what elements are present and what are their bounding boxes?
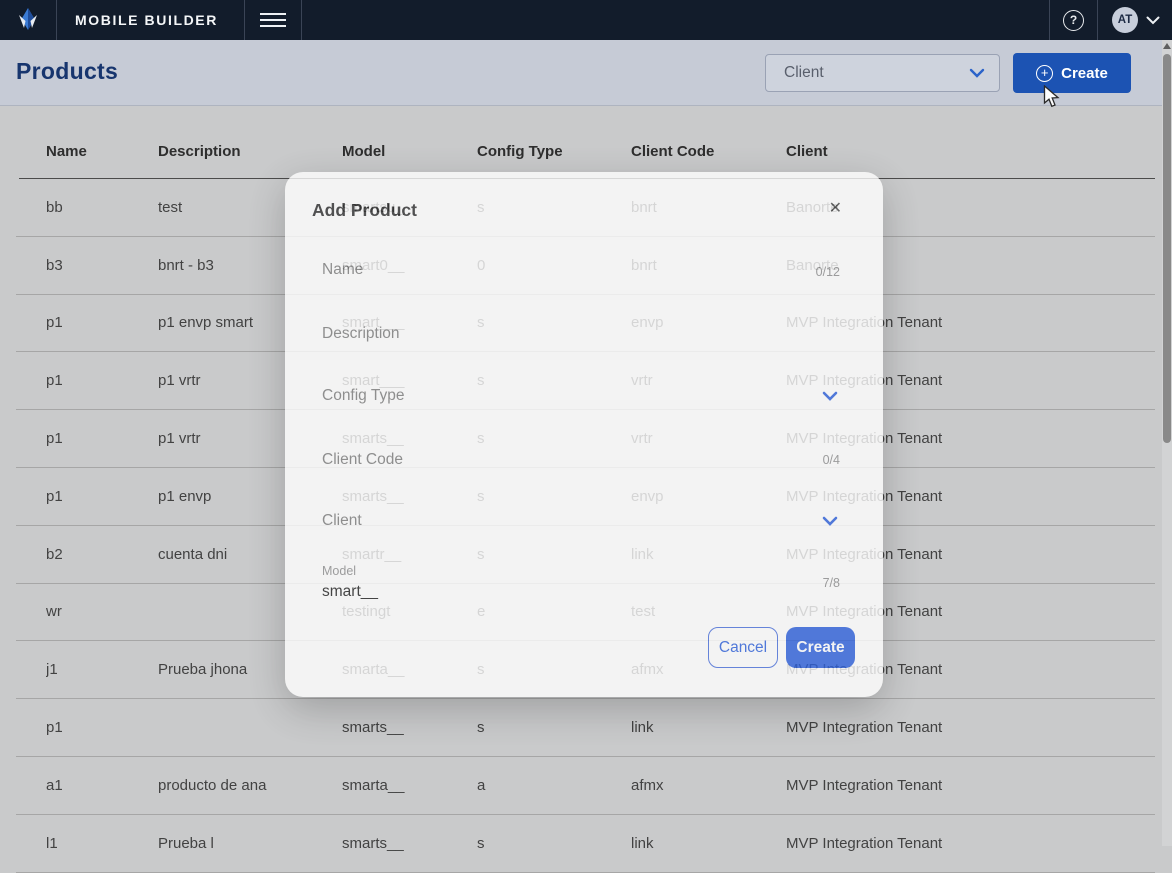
cell-client: MVP Integration Tenant [786, 719, 1155, 736]
cell-name: p1 [46, 488, 158, 505]
client-code-counter: 0/4 [823, 453, 840, 467]
brand-logo-icon[interactable] [0, 0, 56, 40]
column-header: Client [786, 143, 1155, 160]
scroll-up-icon[interactable] [1163, 43, 1171, 49]
cell-client-code: link [631, 835, 786, 852]
cell-config-type: s [477, 835, 631, 852]
cell-description: Prueba l [158, 835, 342, 852]
help-button[interactable]: ? [1050, 0, 1097, 40]
cell-config-type: s [477, 719, 631, 736]
cell-client: MVP Integration Tenant [786, 835, 1155, 852]
cell-name: p1 [46, 719, 158, 736]
table-header-row: Name Description Model Config Type Clien… [16, 143, 1155, 160]
model-field[interactable]: smart__ [322, 583, 378, 601]
name-field[interactable]: Name [322, 261, 363, 279]
cell-model: smarta__ [342, 777, 477, 794]
close-icon[interactable]: ✕ [829, 201, 842, 217]
name-counter: 0/12 [816, 265, 840, 279]
avatar: AT [1112, 7, 1138, 33]
cell-name: p1 [46, 372, 158, 389]
divider [301, 0, 302, 40]
hamburger-menu-icon[interactable] [245, 0, 301, 40]
column-header: Model [342, 143, 477, 160]
account-menu[interactable]: AT [1098, 0, 1172, 40]
plus-icon: + [1036, 65, 1053, 82]
cell-name: wr [46, 603, 158, 620]
cell-name: l1 [46, 835, 158, 852]
column-header: Description [158, 143, 342, 160]
cell-client: MVP Integration Tenant [786, 777, 1155, 794]
cell-description: producto de ana [158, 777, 342, 794]
chevron-down-icon[interactable] [822, 513, 838, 529]
client-filter-select[interactable]: Client [765, 54, 1000, 92]
client-field[interactable]: Client [322, 512, 362, 530]
model-field-label: Model [322, 564, 356, 578]
cell-client-code: link [631, 719, 786, 736]
add-product-modal: Add Product ✕ Name 0/12 Description Conf… [285, 172, 883, 697]
cell-model: smarts__ [342, 835, 477, 852]
modal-title: Add Product [312, 200, 417, 221]
cell-name: b2 [46, 546, 158, 563]
cell-model: smarts__ [342, 719, 477, 736]
client-code-field[interactable]: Client Code [322, 451, 403, 469]
client-filter-placeholder: Client [784, 64, 824, 82]
table-row[interactable]: a1 producto de ana smarta__ a afmx MVP I… [16, 757, 1155, 815]
cell-name: bb [46, 199, 158, 216]
cell-name: p1 [46, 430, 158, 447]
table-row[interactable]: l1 Prueba l smarts__ s link MVP Integrat… [16, 815, 1155, 873]
scrollbar-thumb[interactable] [1163, 54, 1171, 443]
cell-name: j1 [46, 661, 158, 678]
chevron-down-icon [969, 68, 985, 78]
create-button-label: Create [1061, 65, 1108, 82]
chevron-down-icon[interactable] [822, 388, 838, 404]
modal-create-button[interactable]: Create [786, 627, 855, 668]
page-title: Products [16, 58, 118, 85]
cancel-button[interactable]: Cancel [708, 627, 778, 668]
column-header: Name [46, 143, 158, 160]
vertical-scrollbar[interactable] [1162, 40, 1172, 846]
config-type-field[interactable]: Config Type [322, 387, 404, 405]
model-counter: 7/8 [823, 576, 840, 590]
cell-name: a1 [46, 777, 158, 794]
top-navbar: MOBILE BUILDER ? AT [0, 0, 1172, 40]
chevron-down-icon [1146, 16, 1160, 25]
cell-name: b3 [46, 257, 158, 274]
logo-icon [13, 6, 43, 34]
cell-name: p1 [46, 314, 158, 331]
table-row[interactable]: p1 smarts__ s link MVP Integration Tenan… [16, 699, 1155, 757]
column-header: Client Code [631, 143, 786, 160]
create-button[interactable]: + Create [1013, 53, 1131, 93]
cell-client-code: afmx [631, 777, 786, 794]
cell-config-type: a [477, 777, 631, 794]
column-header: Config Type [477, 143, 631, 160]
help-icon: ? [1063, 10, 1084, 31]
brand-title: MOBILE BUILDER [57, 12, 244, 28]
description-field[interactable]: Description [322, 325, 400, 343]
